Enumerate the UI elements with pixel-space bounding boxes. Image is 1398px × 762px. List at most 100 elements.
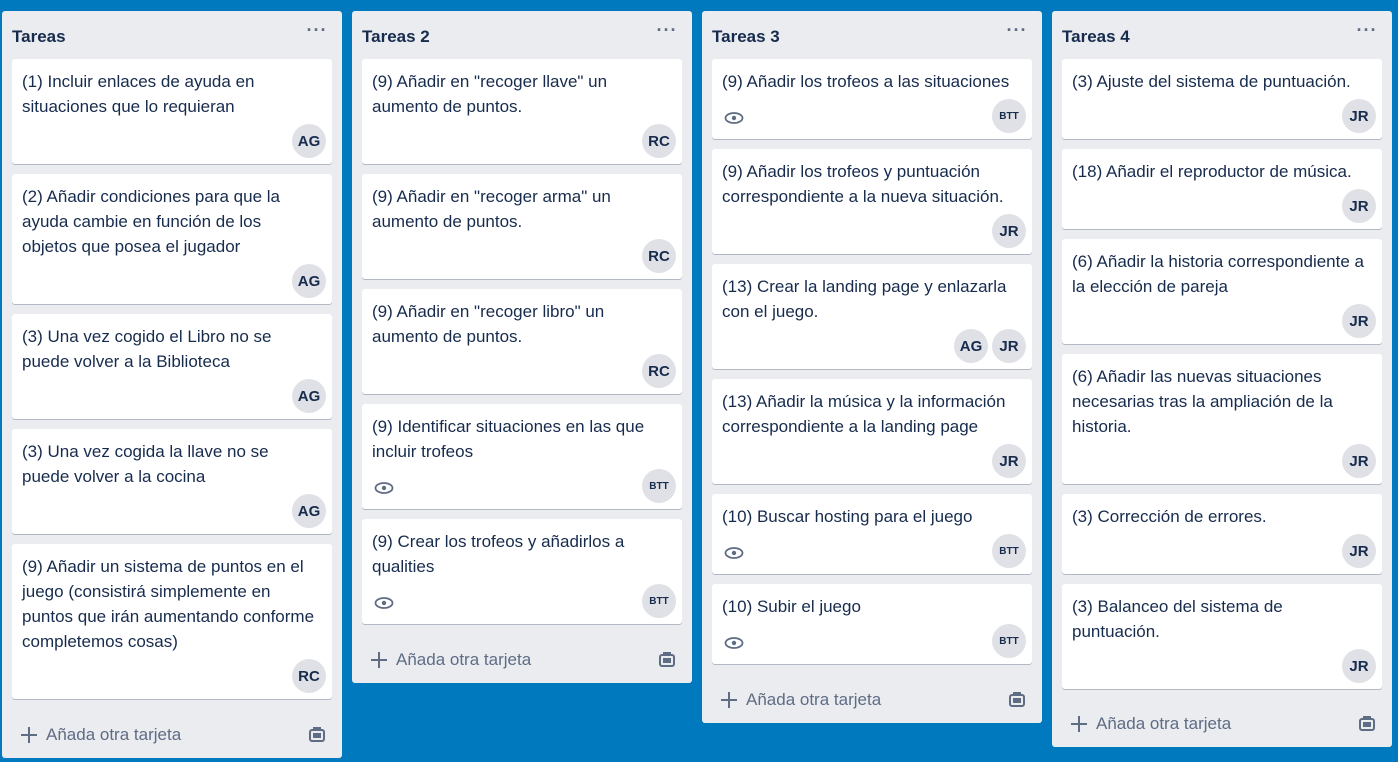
card[interactable]: (9) Añadir en "recoger libro" un aumento…: [362, 289, 682, 394]
card-members: RC: [642, 239, 676, 273]
list-title[interactable]: Tareas: [12, 27, 66, 47]
list-header: Tareas 2 ···: [352, 11, 692, 59]
member-avatar[interactable]: AG: [292, 379, 326, 413]
card[interactable]: (3) Ajuste del sistema de puntuación. JR: [1062, 59, 1382, 139]
card[interactable]: (3) Balanceo del sistema de puntuación. …: [1062, 584, 1382, 689]
card[interactable]: (13) Añadir la música y la información c…: [712, 379, 1032, 484]
card-title: (3) Balanceo del sistema de puntuación.: [1072, 597, 1283, 641]
member-avatar[interactable]: AG: [292, 494, 326, 528]
card[interactable]: (6) Añadir la historia correspondiente a…: [1062, 239, 1382, 344]
member-avatar[interactable]: AG: [954, 329, 988, 363]
card-title: (3) Una vez cogido el Libro no se puede …: [22, 327, 272, 371]
card[interactable]: (9) Añadir en "recoger llave" un aumento…: [362, 59, 682, 164]
member-avatar[interactable]: JR: [992, 444, 1026, 478]
card-members: JR: [1342, 304, 1376, 338]
eye-icon: [724, 547, 744, 559]
list-tareas-2: Tareas 2 ··· (9) Añadir en "recoger llav…: [352, 11, 692, 683]
member-avatar[interactable]: AG: [292, 264, 326, 298]
card-members: JR: [1342, 534, 1376, 568]
member-avatar[interactable]: RC: [292, 659, 326, 693]
card[interactable]: (9) Añadir un sistema de puntos en el ju…: [12, 544, 332, 699]
member-avatar[interactable]: RC: [642, 239, 676, 273]
eye-icon: [374, 597, 394, 609]
card[interactable]: (10) Subir el juego BTT: [712, 584, 1032, 664]
list-tareas-4: Tareas 4 ··· (3) Ajuste del sistema de p…: [1052, 11, 1392, 747]
card-members: JR: [1342, 99, 1376, 133]
card[interactable]: (13) Crear la landing page y enlazarla c…: [712, 264, 1032, 369]
list-tareas: Tareas ··· (1) Incluir enlaces de ayuda …: [2, 11, 342, 758]
card[interactable]: (9) Identificar situaciones en las que i…: [362, 404, 682, 509]
card[interactable]: (3) Una vez cogida la llave no se puede …: [12, 429, 332, 534]
card[interactable]: (9) Añadir los trofeos a las situaciones…: [712, 59, 1032, 139]
card-members: AG: [292, 264, 326, 298]
member-avatar[interactable]: JR: [1342, 189, 1376, 223]
add-card-button[interactable]: Añada otra tarjeta: [1062, 707, 1382, 741]
card-title: (13) Crear la landing page y enlazarla c…: [722, 277, 1007, 321]
member-avatar[interactable]: JR: [992, 214, 1026, 248]
member-avatar[interactable]: JR: [1342, 444, 1376, 478]
card[interactable]: (9) Añadir los trofeos y puntuación corr…: [712, 149, 1032, 254]
list-title[interactable]: Tareas 3: [712, 27, 780, 47]
card[interactable]: (9) Crear los trofeos y añadirlos a qual…: [362, 519, 682, 624]
card[interactable]: (2) Añadir condiciones para que la ayuda…: [12, 174, 332, 304]
member-avatar[interactable]: JR: [1342, 99, 1376, 133]
member-avatar[interactable]: BTT: [642, 469, 676, 503]
eye-icon: [724, 112, 744, 124]
card[interactable]: (1) Incluir enlaces de ayuda en situacio…: [12, 59, 332, 164]
card-title: (9) Añadir en "recoger arma" un aumento …: [372, 187, 611, 231]
card-template-icon[interactable]: [308, 726, 326, 744]
member-avatar[interactable]: RC: [642, 124, 676, 158]
card-container: (9) Añadir los trofeos a las situaciones…: [702, 59, 1042, 664]
member-avatar[interactable]: BTT: [642, 584, 676, 618]
card[interactable]: (3) Corrección de errores. JR: [1062, 494, 1382, 574]
card-title: (3) Corrección de errores.: [1072, 507, 1267, 526]
card-members: BTT: [642, 584, 676, 618]
card-members: BTT: [992, 624, 1026, 658]
card-title: (10) Subir el juego: [722, 597, 861, 616]
card-members: JR: [1342, 649, 1376, 683]
list-title[interactable]: Tareas 2: [362, 27, 430, 47]
member-avatar[interactable]: BTT: [992, 99, 1026, 133]
list-tareas-3: Tareas 3 ··· (9) Añadir los trofeos a la…: [702, 11, 1042, 723]
member-avatar[interactable]: RC: [642, 354, 676, 388]
card[interactable]: (18) Añadir el reproductor de música. JR: [1062, 149, 1382, 229]
card-members: BTT: [992, 99, 1026, 133]
card-title: (13) Añadir la música y la información c…: [722, 392, 1006, 436]
card[interactable]: (9) Añadir en "recoger arma" un aumento …: [362, 174, 682, 279]
card-title: (9) Añadir los trofeos y puntuación corr…: [722, 162, 1004, 206]
member-avatar[interactable]: AG: [292, 124, 326, 158]
add-card-button[interactable]: Añada otra tarjeta: [12, 718, 332, 752]
add-card-label: Añada otra tarjeta: [396, 650, 532, 669]
plus-icon: [721, 692, 737, 708]
card[interactable]: (3) Una vez cogido el Libro no se puede …: [12, 314, 332, 419]
card[interactable]: (10) Buscar hosting para el juego BTT: [712, 494, 1032, 574]
card-title: (1) Incluir enlaces de ayuda en situacio…: [22, 72, 255, 116]
card-container: (1) Incluir enlaces de ayuda en situacio…: [2, 59, 342, 699]
member-avatar[interactable]: JR: [1342, 304, 1376, 338]
member-avatar[interactable]: BTT: [992, 624, 1026, 658]
member-avatar[interactable]: JR: [1342, 534, 1376, 568]
list-title[interactable]: Tareas 4: [1062, 27, 1130, 47]
card-template-icon[interactable]: [1008, 691, 1026, 709]
eye-icon: [374, 482, 394, 494]
card-container: (3) Ajuste del sistema de puntuación. JR…: [1052, 59, 1392, 689]
eye-icon: [724, 637, 744, 649]
card-template-icon[interactable]: [1358, 715, 1376, 733]
card-members: BTT: [992, 534, 1026, 568]
list-menu-icon[interactable]: ···: [1002, 21, 1032, 45]
list-menu-icon[interactable]: ···: [652, 21, 682, 45]
member-avatar[interactable]: JR: [992, 329, 1026, 363]
card[interactable]: (6) Añadir las nuevas situaciones necesa…: [1062, 354, 1382, 484]
add-card-button[interactable]: Añada otra tarjeta: [362, 643, 682, 677]
member-avatar[interactable]: BTT: [992, 534, 1026, 568]
card-members: JR: [992, 214, 1026, 248]
list-menu-icon[interactable]: ···: [302, 21, 332, 45]
add-card-button[interactable]: Añada otra tarjeta: [712, 683, 1032, 717]
add-card-label: Añada otra tarjeta: [746, 690, 882, 709]
plus-icon: [371, 652, 387, 668]
card-template-icon[interactable]: [658, 651, 676, 669]
card-members: JR: [1342, 189, 1376, 223]
list-menu-icon[interactable]: ···: [1352, 21, 1382, 45]
member-avatar[interactable]: JR: [1342, 649, 1376, 683]
card-members: AG: [292, 494, 326, 528]
